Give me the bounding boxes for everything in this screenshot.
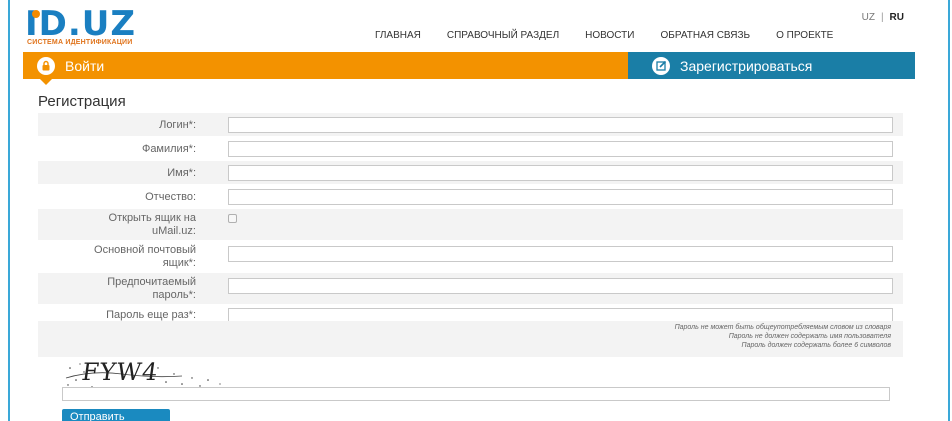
main-email-input[interactable] [228,246,893,262]
form-row-patronymic: Отчество: [38,185,903,209]
auth-tabs: Войти Зарегистрироваться [23,52,915,79]
password-input[interactable] [228,278,893,294]
password-hints: Пароль не может быть общеупотребляемым с… [38,321,903,357]
main-nav: ГЛАВНАЯ СПРАВОЧНЫЙ РАЗДЕЛ НОВОСТИ ОБРАТН… [375,30,833,41]
hint-line: Пароль не может быть общеупотребляемым с… [674,324,891,331]
logo-subtitle: СИСТЕМА ИДЕНТИФИКАЦИИ [27,39,133,46]
patronymic-label: Отчество: [145,191,196,203]
active-tab-pointer [40,79,52,85]
nav-home[interactable]: ГЛАВНАЯ [375,30,421,41]
captcha-image: FYW4 [62,358,262,390]
form-row-login: Логин*: [38,113,903,137]
main-email-label: Основной почтовый ящик*: [94,244,196,269]
logo-dot [32,10,40,18]
nav-news[interactable]: НОВОСТИ [585,30,634,41]
captcha-input[interactable] [62,387,890,401]
form-row-open-mailbox: Открыть ящик на uMail.uz: [38,209,903,241]
logo-text: ID.UZ [25,4,137,44]
tab-register[interactable]: Зарегистрироваться [628,52,915,79]
password-label: Предпочитаемый пароль*: [107,276,196,301]
password-repeat-label: Пароль еще раз*: [106,309,196,321]
registration-form: Логин*: Фамилия*: Имя*: Отчество: Открыт… [38,113,903,329]
surname-label: Фамилия*: [141,143,196,155]
lang-separator: | [880,12,884,23]
form-row-name: Имя*: [38,161,903,185]
nav-reference[interactable]: СПРАВОЧНЫЙ РАЗДЕЛ [447,30,559,41]
language-switcher: UZ | RU [862,12,904,23]
captcha-text: FYW4 [80,358,161,386]
form-row-password: Предпочитаемый пароль*: [38,273,903,305]
tab-register-label: Зарегистрироваться [680,57,813,74]
site-logo[interactable]: ID.UZ СИСТЕМА ИДЕНТИФИКАЦИИ [25,4,195,50]
tab-login-label: Войти [65,57,105,74]
hint-line: Пароль должен содержать более 6 символов [741,342,892,349]
lang-ru-link[interactable]: RU [890,12,904,23]
page-title: Регистрация [38,93,126,110]
hint-line: Пароль не должен содержать имя пользоват… [728,333,891,340]
lang-uz-link[interactable]: UZ [862,12,875,23]
nav-feedback[interactable]: ОБРАТНАЯ СВЯЗЬ [660,30,750,41]
name-input[interactable] [228,165,893,181]
name-label: Имя*: [167,167,196,179]
nav-about[interactable]: О ПРОЕКТЕ [776,30,833,41]
submit-button[interactable]: Отправить [62,409,170,421]
form-row-main-email: Основной почтовый ящик*: [38,241,903,273]
login-input[interactable] [228,117,893,133]
edit-icon [652,56,670,75]
login-label: Логин*: [159,119,196,131]
form-row-surname: Фамилия*: [38,137,903,161]
lock-icon [37,56,55,75]
tab-login[interactable]: Войти [23,52,628,79]
patronymic-input[interactable] [228,189,893,205]
open-mailbox-checkbox[interactable] [228,214,237,223]
page-border-left [8,0,10,421]
surname-input[interactable] [228,141,893,157]
open-mailbox-label: Открыть ящик на uMail.uz: [108,212,196,237]
page-border-right [948,0,950,421]
